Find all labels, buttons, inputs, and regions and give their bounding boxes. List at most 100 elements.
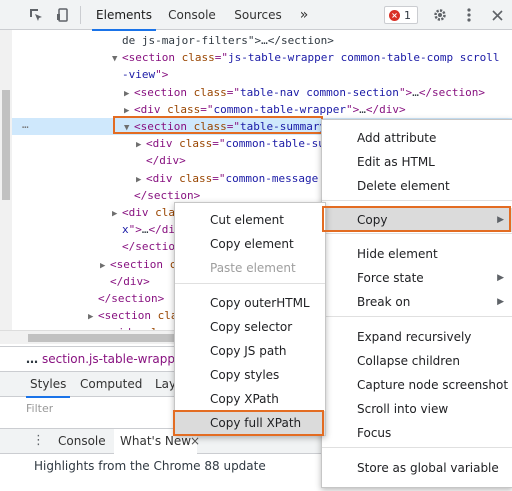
dom-token: <section xyxy=(98,309,158,323)
menu-separator xyxy=(322,316,512,317)
context-menu: Add attribute Edit as HTML Delete element C… xyxy=(321,119,512,488)
submenu-item-copy-selector[interactable]: Copy selector xyxy=(175,315,325,339)
dom-token: =" xyxy=(212,137,226,151)
more-tabs-button[interactable]: » xyxy=(294,0,314,30)
dom-token: "> xyxy=(128,223,142,237)
menu-item-label: Copy XPath xyxy=(210,392,279,406)
tab-computed[interactable]: Computed xyxy=(80,372,142,397)
drawer-menu-icon[interactable]: ⋮ xyxy=(32,433,45,448)
dom-token: <div xyxy=(146,171,180,185)
submenu-item-copy-js-path[interactable]: Copy JS path xyxy=(175,339,325,363)
error-count-badge[interactable]: × 1 xyxy=(384,6,418,24)
dom-token: </div> xyxy=(365,102,406,116)
menu-item-focus[interactable]: Focus xyxy=(322,421,512,445)
dom-token: class xyxy=(167,102,201,116)
dom-token: </section> xyxy=(134,188,201,202)
dom-token: class xyxy=(181,51,215,65)
inspect-element-icon[interactable] xyxy=(27,6,45,24)
dom-token: </section> xyxy=(418,85,486,99)
menu-item-break-on[interactable]: Break on ▶ xyxy=(322,290,512,314)
tab-elements[interactable]: Elements xyxy=(92,0,156,31)
menu-item-expand-recursively[interactable]: Expand recursively xyxy=(322,325,512,349)
dom-token: class xyxy=(193,85,227,99)
tab-layout[interactable]: Lay xyxy=(155,372,176,397)
dom-token: "> xyxy=(398,85,413,99)
menu-item-label: Break on xyxy=(357,295,411,309)
dom-token: … xyxy=(359,102,366,116)
menu-item-force-state[interactable]: Force state ▶ xyxy=(322,266,512,290)
expand-triangle-icon[interactable]: ▶ xyxy=(112,206,122,223)
error-icon: × xyxy=(389,9,400,21)
dom-token: =" xyxy=(212,171,226,185)
menu-item-edit-as-html[interactable]: Edit as HTML xyxy=(322,150,512,174)
menu-item-store-as-global-variable[interactable]: Store as global variable xyxy=(322,456,512,480)
menu-item-label: Copy element xyxy=(210,237,294,251)
menu-item-collapse-children[interactable]: Collapse children xyxy=(322,349,512,373)
submenu-item-paste-element: Paste element xyxy=(175,256,325,280)
dom-token: "> xyxy=(155,68,169,82)
menu-item-label: Copy outerHTML xyxy=(210,296,310,310)
dom-token: common-table-wrapper xyxy=(213,102,346,116)
menu-item-label: Add attribute xyxy=(357,131,437,145)
submenu-item-cut-element[interactable]: Cut element xyxy=(175,208,325,232)
menu-separator xyxy=(322,447,512,448)
menu-item-hide-element[interactable]: Hide element xyxy=(322,242,512,266)
menu-item-label: Copy JS path xyxy=(210,344,287,358)
customize-menu-icon[interactable] xyxy=(460,6,478,24)
dom-token: table-nav common-section xyxy=(239,85,399,99)
device-toolbar-icon[interactable] xyxy=(54,6,72,24)
expand-triangle-icon[interactable]: ▶ xyxy=(136,137,146,154)
dom-token: =" xyxy=(226,85,240,99)
menu-separator xyxy=(322,233,512,234)
menu-item-capture-node-screenshot[interactable]: Capture node screenshot xyxy=(322,373,512,397)
tab-console[interactable]: Console xyxy=(166,0,218,30)
selected-node-ellipsis[interactable]: … xyxy=(22,118,29,131)
dom-token: <div xyxy=(134,102,168,116)
dom-token: … xyxy=(141,223,149,237)
menu-item-label: Force state xyxy=(357,271,424,285)
dom-token: … xyxy=(412,85,419,99)
dom-token: <section xyxy=(110,257,170,271)
copy-submenu: Cut element Copy element Paste element Copy… xyxy=(174,202,326,436)
menu-separator xyxy=(175,283,325,284)
submenu-item-copy-xpath[interactable]: Copy XPath xyxy=(175,387,325,411)
dom-token: <section xyxy=(122,51,182,65)
dom-token: x xyxy=(122,223,129,237)
tab-styles[interactable]: Styles xyxy=(25,372,71,398)
menu-item-label: Store as global variable xyxy=(357,461,499,475)
highlight-copy-full-xpath-outline xyxy=(173,410,324,436)
menu-item-label: Scroll into view xyxy=(357,402,449,416)
expand-triangle-icon[interactable]: ▶ xyxy=(100,258,110,275)
submenu-item-copy-element[interactable]: Copy element xyxy=(175,232,325,256)
breadcrumb-item[interactable]: section.js-table-wrapper. xyxy=(42,347,190,371)
breadcrumb-ellipsis[interactable]: … xyxy=(26,347,38,371)
menu-item-label: Capture node screenshot xyxy=(357,378,509,392)
submenu-item-copy-outerhtml[interactable]: Copy outerHTML xyxy=(175,291,325,315)
highlight-copy-item-outline xyxy=(322,206,511,232)
highlight-selected-node-outline xyxy=(113,116,323,134)
tab-sources[interactable]: Sources xyxy=(232,0,284,30)
close-devtools-icon[interactable] xyxy=(488,6,506,24)
whats-new-heading: Highlights from the Chrome 88 update xyxy=(34,459,266,473)
menu-item-delete-element[interactable]: Delete element xyxy=(322,174,512,198)
menu-item-label: Copy selector xyxy=(210,320,293,334)
submenu-item-copy-styles[interactable]: Copy styles xyxy=(175,363,325,387)
menu-item-label: Edit as HTML xyxy=(357,155,435,169)
dom-token: </div> xyxy=(146,154,186,168)
menu-item-add-attribute[interactable]: Add attribute xyxy=(322,126,512,150)
menu-item-label: Expand recursively xyxy=(357,330,472,344)
submenu-arrow-icon: ▶ xyxy=(497,297,504,307)
menu-separator xyxy=(322,200,512,201)
gear-icon[interactable] xyxy=(431,6,449,24)
styles-filter-input[interactable]: Filter xyxy=(26,399,53,413)
menu-item-scroll-into-view[interactable]: Scroll into view xyxy=(322,397,512,421)
dom-token: <section xyxy=(134,85,194,99)
dom-token: class xyxy=(179,137,213,151)
menu-item-label: Paste element xyxy=(210,261,296,275)
dom-token: </div> xyxy=(110,274,150,288)
dom-token: =" xyxy=(214,51,228,65)
menu-item-label: Focus xyxy=(357,426,392,440)
dom-token: js-table-wrapper common-table-comp scrol… xyxy=(227,51,500,65)
collapse-triangle-icon[interactable]: ▼ xyxy=(112,51,122,68)
drawer-tab-console[interactable]: Console xyxy=(58,429,106,454)
